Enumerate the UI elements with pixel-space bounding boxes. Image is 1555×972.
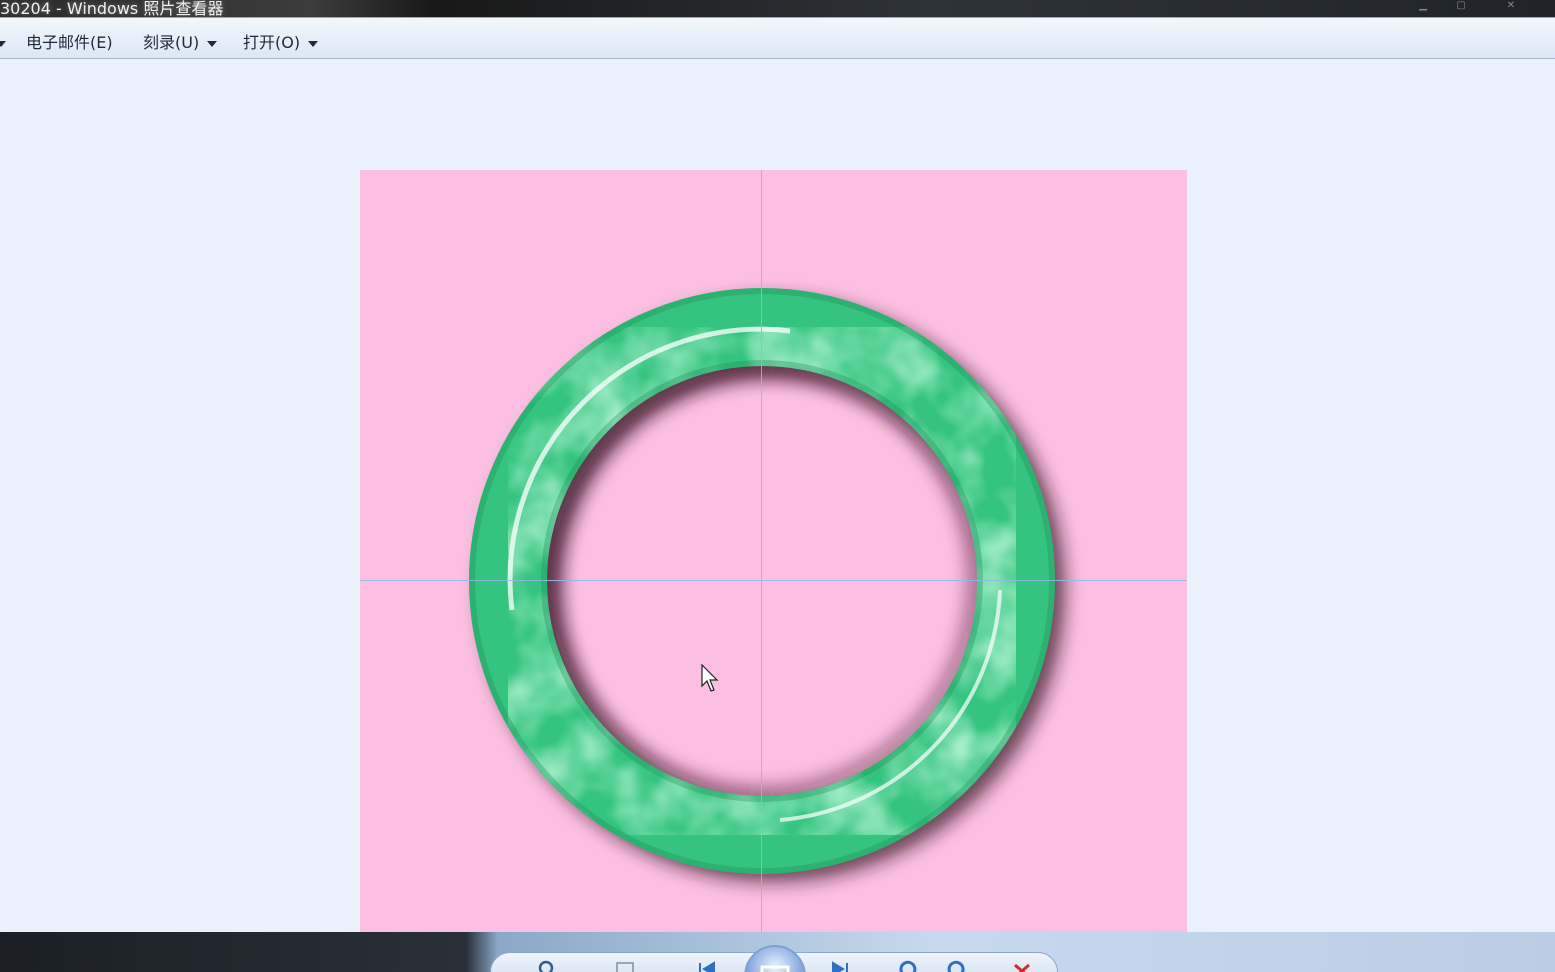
ring-inner-edge — [541, 360, 983, 802]
magnifier-icon[interactable] — [536, 959, 558, 972]
rotate-counterclockwise-icon[interactable] — [896, 959, 918, 972]
photo-canvas — [360, 170, 1187, 938]
menu-burn-label: 刻录(U) — [143, 33, 200, 52]
next-icon[interactable] — [829, 959, 851, 972]
menu-bar: 电子邮件(E) 刻录(U) 打开(O) — [0, 17, 1555, 59]
chevron-down-icon — [308, 40, 319, 47]
previous-icon[interactable] — [696, 959, 718, 972]
slideshow-icon — [760, 965, 790, 972]
photo-viewer-area — [0, 59, 1555, 938]
menu-email-label: 电子邮件(E) — [26, 33, 113, 52]
jade-ring-image — [469, 288, 1065, 882]
menu-open[interactable]: 打开(O) — [243, 29, 319, 53]
chevron-down-icon[interactable] — [0, 33, 6, 52]
mouse-pointer-icon — [701, 664, 719, 692]
chevron-down-icon — [207, 40, 218, 47]
vertical-guide-line — [761, 170, 762, 938]
rotate-clockwise-icon[interactable] — [946, 959, 968, 972]
taskbar — [0, 932, 1555, 972]
horizontal-guide-line — [360, 580, 1187, 581]
menu-email[interactable]: 电子邮件(E) — [26, 29, 113, 53]
actual-size-icon[interactable] — [614, 959, 636, 972]
menu-burn[interactable]: 刻录(U) — [143, 29, 218, 53]
viewer-controls — [490, 945, 1058, 972]
delete-icon[interactable] — [1011, 959, 1033, 972]
maximize-icon[interactable]: ▢ — [1446, 0, 1476, 12]
slideshow-button[interactable] — [744, 945, 806, 972]
window-title: 30204 - Windows 照片查看器 — [0, 0, 224, 17]
title-bar: 30204 - Windows 照片查看器 ▁ ▢ ✕ — [0, 0, 1555, 17]
ring-inner-shadow — [544, 363, 980, 799]
minimize-icon[interactable]: ▁ — [1408, 0, 1438, 12]
close-window-icon[interactable]: ✕ — [1496, 0, 1526, 12]
menu-open-label: 打开(O) — [243, 33, 301, 52]
